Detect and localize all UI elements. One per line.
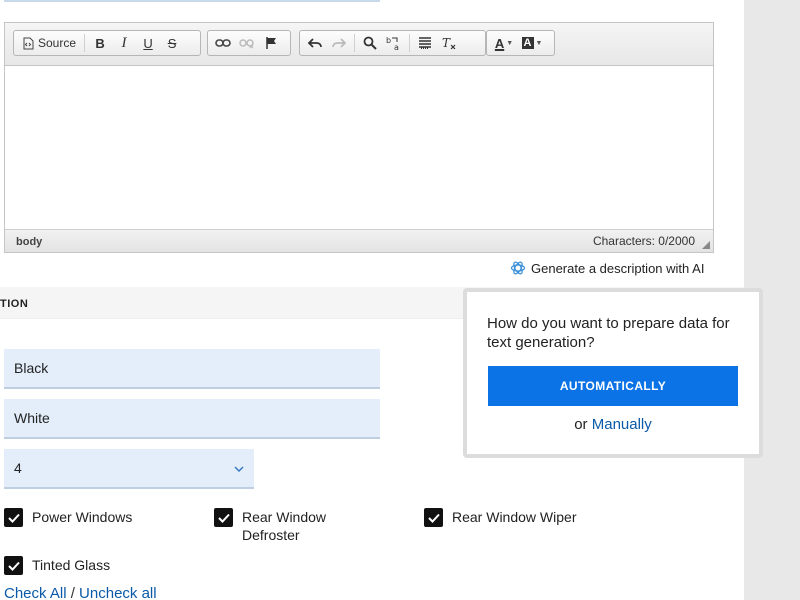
previous-field-edge xyxy=(4,0,380,2)
openai-icon xyxy=(510,261,526,275)
editor-statusbar: body Characters: 0/2000 xyxy=(5,229,713,252)
check-all-link[interactable]: Check All xyxy=(4,585,67,600)
italic-button[interactable]: I xyxy=(112,33,136,53)
find-button[interactable] xyxy=(358,33,382,53)
character-count: Characters: 0/2000 xyxy=(592,234,695,248)
feature-checkbox-tinted-glass[interactable]: Tinted Glass xyxy=(4,556,194,575)
ai-data-prep-popover: How do you want to prepare data for text… xyxy=(463,288,763,458)
link-button[interactable] xyxy=(211,33,235,53)
automatically-button[interactable]: AUTOMATICALLY xyxy=(488,366,738,406)
section-title: TION xyxy=(0,298,29,310)
popover-question: How do you want to prepare data for text… xyxy=(487,315,730,351)
toolbar-separator xyxy=(84,34,86,52)
generate-ai-description-link[interactable]: Generate a description with AI xyxy=(510,260,704,276)
toolbar-group-links xyxy=(207,30,291,56)
doors-select-value: 4 xyxy=(14,460,22,476)
source-icon xyxy=(23,37,34,49)
toolbar-separator xyxy=(409,34,410,52)
checkbox-checked-icon[interactable] xyxy=(424,508,443,527)
unlink-button[interactable] xyxy=(235,33,259,53)
chevron-down-icon: ▼ xyxy=(535,39,543,47)
popover-alternative: or Manually xyxy=(467,416,759,433)
interior-color-field[interactable]: White xyxy=(4,399,380,439)
svg-text:b: b xyxy=(386,36,391,45)
checkbox-checked-icon[interactable] xyxy=(214,508,233,527)
rich-text-editor: Source B I U S b a T A ▼ A ▼ body Charac… xyxy=(4,22,714,253)
strikethrough-button[interactable]: S xyxy=(160,33,184,53)
svg-text:T: T xyxy=(442,36,451,50)
toolbar-separator xyxy=(354,34,355,52)
select-all-icon xyxy=(419,37,431,49)
select-all-button[interactable] xyxy=(413,33,437,53)
undo-button[interactable] xyxy=(303,33,327,53)
source-button[interactable]: Source xyxy=(17,33,81,53)
unlink-icon xyxy=(239,39,254,49)
redo-icon xyxy=(332,38,347,48)
remove-format-button[interactable]: T xyxy=(437,33,461,53)
manually-link[interactable]: Manually xyxy=(592,416,652,433)
replace-icon: ba xyxy=(386,36,399,51)
feature-checkbox-rear-window-defroster[interactable]: Rear Window Defroster xyxy=(214,508,394,544)
checkbox-checked-icon[interactable] xyxy=(4,508,23,527)
svg-text:a: a xyxy=(394,43,399,51)
resize-handle-icon[interactable] xyxy=(702,241,710,249)
redo-button[interactable] xyxy=(327,33,351,53)
bold-button[interactable]: B xyxy=(88,33,112,53)
doors-select[interactable]: 4 xyxy=(4,449,254,489)
undo-icon xyxy=(307,38,322,48)
toolbar-group-colors: A ▼ A ▼ xyxy=(486,30,555,56)
checkbox-checked-icon[interactable] xyxy=(4,556,23,575)
uncheck-all-link[interactable]: Uncheck all xyxy=(79,585,157,600)
or-text: or xyxy=(574,416,592,433)
chevron-down-icon: ▼ xyxy=(506,39,514,47)
exterior-color-field[interactable]: Black xyxy=(4,349,380,389)
feature-checkbox-rear-window-wiper[interactable]: Rear Window Wiper xyxy=(424,508,624,527)
remove-format-icon: T xyxy=(442,36,456,50)
text-color-button[interactable]: A ▼ xyxy=(490,33,518,53)
editor-toolbar: Source B I U S b a T A ▼ A ▼ xyxy=(5,23,713,66)
underline-button[interactable]: U xyxy=(136,33,160,53)
anchor-button[interactable] xyxy=(259,33,283,53)
editor-content-area[interactable] xyxy=(5,66,713,230)
element-path[interactable]: body xyxy=(16,236,42,248)
flag-icon xyxy=(266,37,276,49)
toolbar-group-basic: Source B I U S xyxy=(13,30,201,56)
check-all-controls: Check All / Uncheck all xyxy=(4,585,157,600)
toolbar-group-edit: ba T xyxy=(299,30,486,56)
background-color-button[interactable]: A ▼ xyxy=(518,33,546,53)
link-icon xyxy=(215,39,231,47)
replace-button[interactable]: ba xyxy=(382,33,406,53)
check-all-separator: / xyxy=(66,585,80,600)
search-icon xyxy=(363,36,377,50)
feature-checkbox-power-windows[interactable]: Power Windows xyxy=(4,508,194,527)
chevron-down-icon xyxy=(234,449,244,487)
